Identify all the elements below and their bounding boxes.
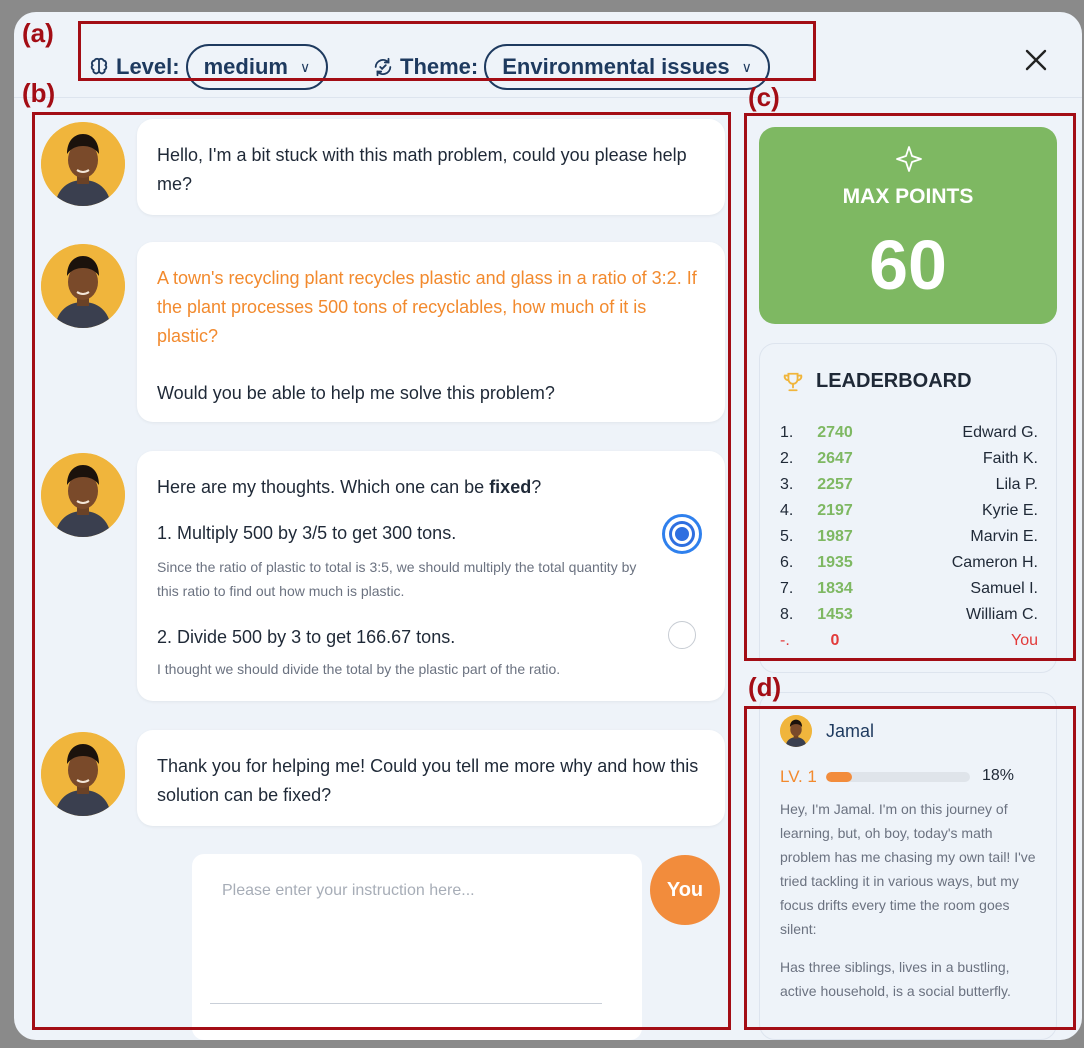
student-profile-card: Jamal LV. 1 18% Hey, I'm Jamal. I'm on t… [759,692,1057,1040]
theme-value: Environmental issues [502,54,730,79]
option-1-title[interactable]: 1. Multiply 500 by 3/5 to get 300 tons. [157,519,456,548]
annotation-label-c: (c) [748,82,780,112]
leaderboard-row: 3. 2257 Lila P. [780,476,1038,493]
you-avatar-button[interactable]: You [650,855,720,925]
refresh-icon [374,57,392,77]
progress-bar-fill [826,772,852,782]
option-2-desc: I thought we should divide the total by … [157,661,561,677]
leaderboard-row: 7. 1834 Samuel I. [780,580,1038,597]
leaderboard-row: 8. 1453 William C. [780,606,1038,623]
options-prompt: Here are my thoughts. Which one can be f… [157,477,542,497]
app-window: Level: medium ∨ Theme: Environmental iss… [14,12,1082,1040]
option-2-title[interactable]: 2. Divide 500 by 3 to get 166.67 tons. [157,623,455,652]
chevron-down-icon: ∨ [299,58,311,75]
chat-message: Hello, I'm a bit stuck with this math pr… [137,119,725,215]
option-1-radio[interactable] [662,514,702,554]
option-2-radio[interactable] [668,621,696,649]
chevron-down-icon: ∨ [741,58,752,75]
max-points-value: 60 [869,226,947,304]
max-points-card: MAX POINTS 60 [759,127,1057,324]
annotation-label-b: (b) [22,78,56,108]
avatar [41,244,125,328]
level-value: medium [203,54,288,79]
trophy-icon [783,372,803,391]
avatar [780,715,812,747]
instruction-input-card [192,854,642,1040]
leaderboard-row: 4. 2197 Kyrie E. [780,502,1038,519]
message-text: Hello, I'm a bit stuck with this math pr… [157,145,687,194]
student-traits: Has three siblings, lives in a bustling,… [780,959,1011,999]
close-icon[interactable] [1022,46,1050,74]
brain-icon [90,57,108,75]
instruction-input[interactable] [210,876,602,1004]
leaderboard-title: LEADERBOARD [816,370,972,392]
progress-percent: 18% [982,767,1015,784]
leaderboard-row: 6. 1935 Cameron H. [780,554,1038,571]
theme-label: Theme: [400,54,479,79]
level-select[interactable]: medium ∨ [185,44,329,90]
student-avatar-icon [41,732,125,816]
leaderboard-row: 1. 2740 Edward G. [780,424,1038,441]
chat-message: Thank you for helping me! Could you tell… [137,730,725,826]
level-indicator: LV. 1 [780,767,817,786]
top-bar: Level: medium ∨ Theme: Environmental iss… [14,12,1082,98]
student-avatar-icon [41,453,125,537]
avatar [41,453,125,537]
student-avatar-icon [41,122,125,206]
avatar [41,122,125,206]
max-points-label: MAX POINTS [842,185,974,208]
chat-message-options: Here are my thoughts. Which one can be f… [137,451,725,701]
problem-text: A town's recycling plant recycles plasti… [157,268,697,346]
message-text: Would you be able to help me solve this … [157,383,555,403]
student-bio: Hey, I'm Jamal. I'm on this journey of l… [780,801,1036,937]
student-avatar-icon [780,715,812,747]
leaderboard-row: 5. 1987 Marvin E. [780,528,1038,545]
leaderboard-row-you: -. 0 You [780,632,1038,649]
message-text: Thank you for helping me! Could you tell… [157,756,699,805]
level-label: Level: [116,54,180,79]
annotation-label-a: (a) [22,18,54,48]
chat-message: A town's recycling plant recycles plasti… [137,242,725,422]
annotation-label-d: (d) [748,672,782,702]
student-avatar-icon [41,244,125,328]
leaderboard-header: LEADERBOARD [782,370,972,393]
leaderboard-card: LEADERBOARD 1. 2740 Edward G. 2. 2647 Faith … [759,343,1057,673]
option-1-desc: Since the ratio of plastic to total is 3… [157,559,637,599]
progress-bar [826,772,970,782]
theme-select[interactable]: Environmental issues ∨ [484,44,770,90]
theme-control: Theme: Environmental issues ∨ [372,44,770,90]
level-control: Level: medium ∨ [88,44,329,90]
leaderboard-row: 2. 2647 Faith K. [780,450,1038,467]
avatar [41,732,125,816]
sparkle-icon [896,146,922,172]
student-name: Jamal [826,721,875,741]
